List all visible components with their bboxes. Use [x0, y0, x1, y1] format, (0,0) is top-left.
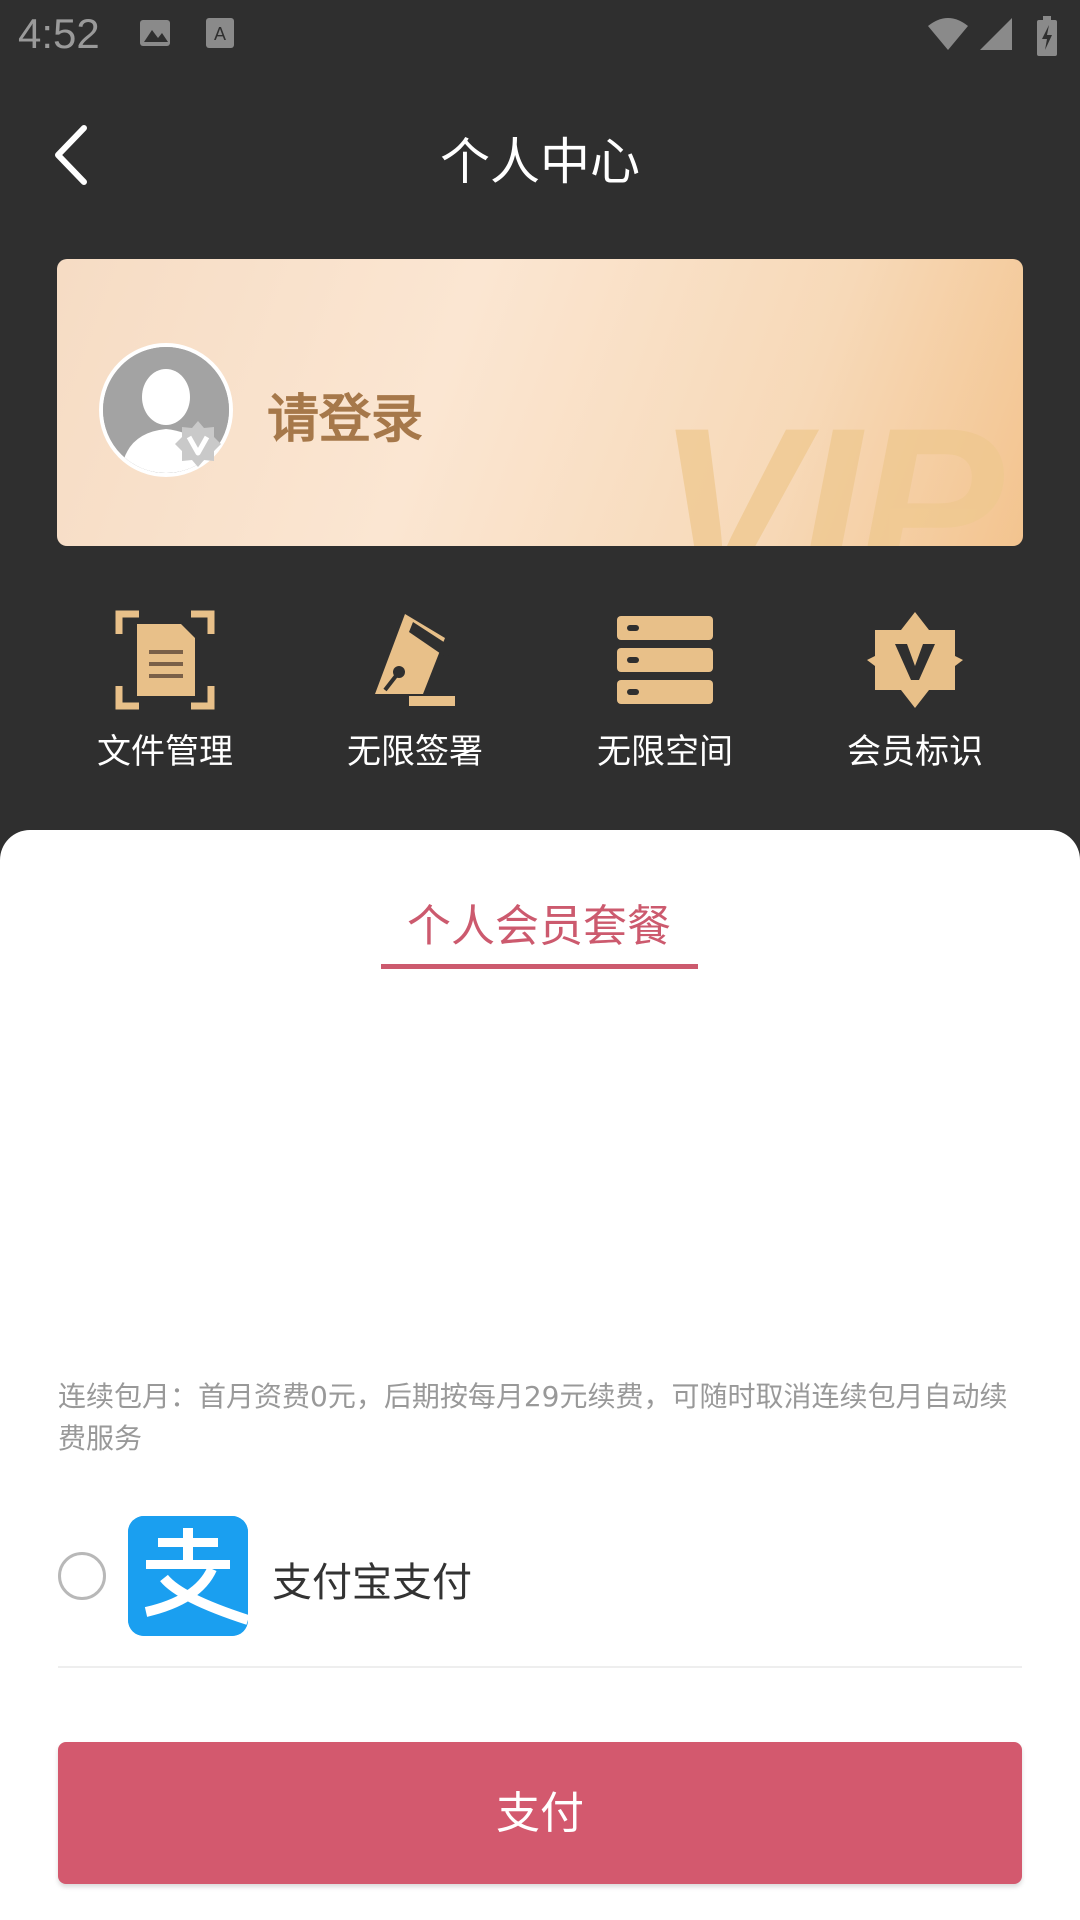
feature-unlimited-sign[interactable]: 无限签署: [290, 610, 540, 780]
payment-option-alipay[interactable]: 支付宝支付: [58, 1516, 1022, 1668]
feature-list: 文件管理 无限签署 无限空间 会员标识: [0, 610, 1080, 780]
vip-card[interactable]: VIP 请登录: [57, 259, 1023, 546]
vip-watermark: VIP: [657, 382, 1004, 546]
membership-sheet: 个人会员套餐 连续包月：首月资费0元，后期按每月29元续费，可随时取消连续包月自…: [0, 830, 1080, 1920]
status-time: 4:52: [18, 10, 100, 57]
tab-personal-membership[interactable]: 个人会员套餐: [380, 890, 698, 954]
alipay-label: 支付宝支付: [272, 1560, 472, 1606]
wifi-icon: [928, 18, 968, 50]
signal-icon: [980, 18, 1012, 50]
pen-nib-icon: [375, 614, 455, 706]
renewal-notice: 连续包月：首月资费0元，后期按每月29元续费，可随时取消连续包月自动续费服务: [58, 1380, 1008, 1455]
alipay-logo-icon: [128, 1516, 248, 1636]
feature-file-manage[interactable]: 文件管理: [40, 610, 290, 780]
battery-charging-icon: [1037, 16, 1057, 56]
feature-label: 无限签署: [347, 732, 483, 772]
login-prompt[interactable]: 请登录: [267, 377, 423, 452]
svg-text:A: A: [214, 24, 226, 44]
feature-unlimited-space[interactable]: 无限空间: [540, 610, 790, 780]
image-notification-icon: [140, 20, 170, 46]
feature-label: 会员标识: [847, 732, 983, 772]
feature-label: 文件管理: [97, 732, 233, 772]
vip-verified-badge-icon: [175, 421, 221, 467]
vip-badge-icon: [867, 612, 963, 708]
tab-indicator: [381, 964, 698, 969]
status-bar: 4:52 A: [0, 0, 1080, 72]
file-manage-icon: [115, 610, 215, 710]
pay-button[interactable]: 支付: [58, 1742, 1022, 1884]
text-notification-icon: A: [206, 18, 234, 48]
alipay-radio[interactable]: [58, 1552, 106, 1600]
page-title: 个人中心: [440, 133, 640, 191]
feature-label: 无限空间: [597, 732, 733, 772]
header: 个人中心: [0, 100, 1080, 210]
storage-icon: [617, 616, 713, 704]
feature-vip-badge[interactable]: 会员标识: [790, 610, 1040, 780]
